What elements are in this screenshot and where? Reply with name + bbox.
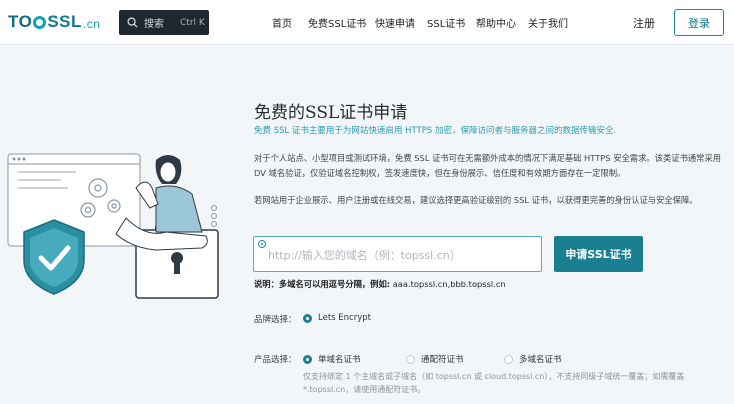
note-example: aaa.topssl.cn,bbb.topssl.cn xyxy=(392,279,506,289)
search-shortcut: Ctrl K xyxy=(180,17,205,28)
radio-icon xyxy=(504,354,513,364)
radio-icon xyxy=(303,313,312,323)
search-label: 搜索 xyxy=(144,19,164,30)
top-header: TO SSL .cn 搜索 Ctrl K 首页 免费SSL证书 快速申请 SSL… xyxy=(0,0,734,45)
product-label: 产品选择： xyxy=(254,355,297,365)
brand-option-letsencrypt[interactable]: Lets Encrypt xyxy=(303,313,371,323)
product-option-wildcard[interactable]: 通配符证书 xyxy=(406,353,464,365)
nav-quick-apply[interactable]: 快速申请 xyxy=(375,15,427,30)
nav-free-ssl[interactable]: 免费SSL证书 xyxy=(308,15,375,30)
product-option-label: 多域名证书 xyxy=(519,355,562,365)
product-option-single[interactable]: 单域名证书 xyxy=(303,353,361,365)
nav-help[interactable]: 帮助中心 xyxy=(476,15,528,30)
search-icon xyxy=(127,17,138,28)
domain-input[interactable] xyxy=(268,245,528,265)
brand-label: 品牌选择： xyxy=(254,315,297,325)
shield-check-icon xyxy=(23,219,85,295)
page-subtitle: 免费 SSL 证书主要用于为网站快速启用 HTTPS 加密，保障访问者与服务器之… xyxy=(254,126,617,136)
nav-ssl-cert[interactable]: SSL证书 xyxy=(427,15,476,30)
site-logo[interactable]: TO SSL .cn xyxy=(8,11,100,33)
note-label: 说明：多域名可以用逗号分隔，例如: xyxy=(254,279,391,289)
brand-option-label: Lets Encrypt xyxy=(318,313,371,323)
search-button[interactable]: 搜索 Ctrl K xyxy=(119,10,209,35)
nav-about[interactable]: 关于我们 xyxy=(528,15,578,30)
advice-paragraph: 若网站用于企业展示、用户注册或在线交易，建议选择更高验证级别的 SSL 证书，以… xyxy=(254,195,698,205)
product-hint: 仅支持绑定 1 个主域名或子域名（如 topssl.cn 或 cloud.top… xyxy=(303,372,685,394)
intro-paragraph: 对于个人站点、小型项目或测试环境，免费 SSL 证书可在无需额外成本的情况下满足… xyxy=(254,153,722,178)
domain-input-wrapper xyxy=(253,236,542,272)
page-title: 免费的SSL证书申请 xyxy=(254,103,408,123)
security-illustration xyxy=(7,153,219,299)
main-nav: 首页 免费SSL证书 快速申请 SSL证书 帮助中心 关于我们 xyxy=(272,15,578,30)
radio-icon xyxy=(303,354,312,364)
radio-icon xyxy=(406,354,415,364)
register-link[interactable]: 注册 xyxy=(633,15,655,31)
apply-ssl-button[interactable]: 申请SSL证书 xyxy=(554,236,643,272)
login-button[interactable]: 登录 xyxy=(674,9,724,36)
nav-home[interactable]: 首页 xyxy=(272,15,308,30)
domain-note: 说明：多域名可以用逗号分隔，例如: aaa.topssl.cn,bbb.tops… xyxy=(254,278,506,290)
product-option-label: 通配符证书 xyxy=(421,355,464,365)
logo-ring-icon xyxy=(33,15,47,29)
input-indicator-icon xyxy=(258,240,266,248)
product-option-multi[interactable]: 多域名证书 xyxy=(504,353,562,365)
product-option-label: 单域名证书 xyxy=(318,355,361,365)
